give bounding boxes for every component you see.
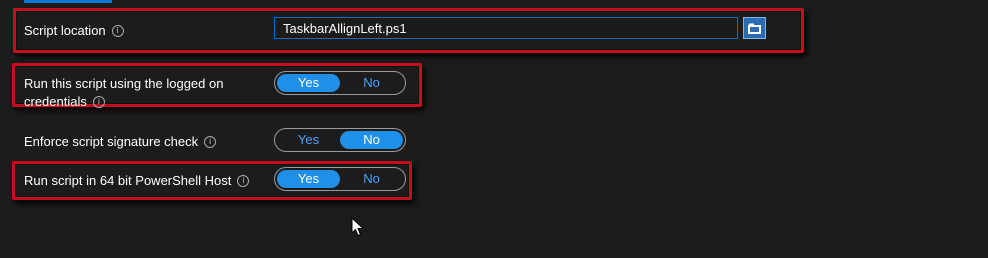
64bit-host-label: Run script in 64 bit PowerShell Host i bbox=[24, 171, 250, 189]
logged-on-credentials-label-line2: credentials bbox=[24, 94, 87, 110]
signature-check-yes[interactable]: Yes bbox=[277, 131, 340, 149]
info-icon[interactable]: i bbox=[237, 174, 250, 187]
script-location-label-text: Script location bbox=[24, 23, 106, 39]
signature-check-label: Enforce script signature check i bbox=[24, 132, 217, 150]
logged-on-credentials-label: Run this script using the logged on cred… bbox=[24, 75, 223, 110]
signature-check-label-text: Enforce script signature check bbox=[24, 134, 199, 150]
logged-on-credentials-yes[interactable]: Yes bbox=[277, 74, 340, 92]
info-icon[interactable]: i bbox=[92, 95, 105, 108]
script-location-input[interactable] bbox=[274, 17, 738, 39]
script-settings-panel: Script location i Run this script using t… bbox=[0, 0, 988, 258]
64bit-host-toggle[interactable]: Yes No bbox=[274, 167, 406, 191]
logged-on-credentials-no[interactable]: No bbox=[340, 74, 403, 92]
64bit-host-label-text: Run script in 64 bit PowerShell Host bbox=[24, 173, 232, 189]
64bit-host-yes[interactable]: Yes bbox=[277, 170, 340, 188]
folder-icon bbox=[748, 23, 761, 34]
mouse-pointer-icon bbox=[351, 217, 364, 236]
browse-button[interactable] bbox=[743, 17, 766, 39]
top-accent-bar bbox=[24, 0, 112, 3]
info-icon[interactable]: i bbox=[204, 135, 217, 148]
logged-on-credentials-toggle[interactable]: Yes No bbox=[274, 71, 406, 95]
info-icon[interactable]: i bbox=[111, 24, 124, 37]
signature-check-no[interactable]: No bbox=[340, 131, 403, 149]
script-location-label: Script location i bbox=[24, 21, 124, 39]
signature-check-toggle[interactable]: Yes No bbox=[274, 128, 406, 152]
64bit-host-no[interactable]: No bbox=[340, 170, 403, 188]
logged-on-credentials-label-line1: Run this script using the logged on bbox=[24, 76, 224, 91]
